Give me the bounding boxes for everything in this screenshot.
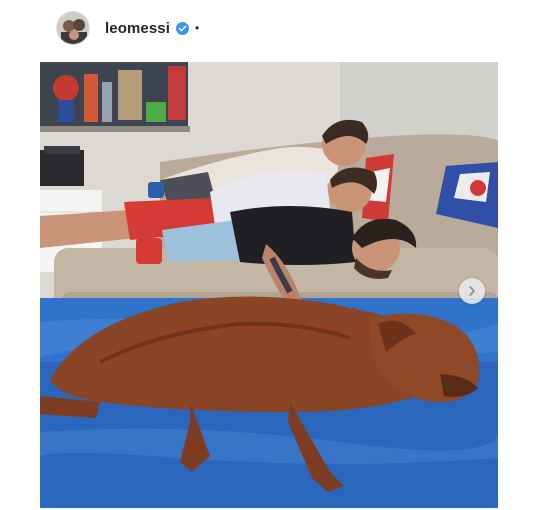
instagram-post: leomessi •	[0, 0, 540, 510]
post-photo[interactable]	[40, 62, 498, 508]
carousel-next-button[interactable]	[459, 278, 485, 304]
username-link[interactable]: leomessi	[105, 20, 170, 37]
printer	[40, 146, 84, 186]
chevron-right-icon	[469, 286, 475, 296]
post-header: leomessi •	[56, 10, 199, 46]
toy-shelf	[40, 62, 190, 132]
avatar[interactable]	[56, 11, 90, 45]
verified-badge-icon	[176, 21, 190, 35]
header-separator: •	[195, 21, 200, 35]
